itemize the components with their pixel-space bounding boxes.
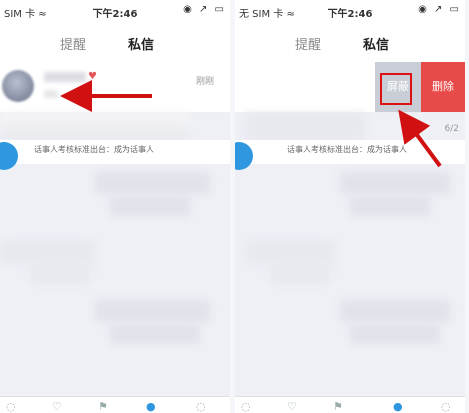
list-item-text: 话事人考核标准出台：成为话事人 (287, 145, 407, 154)
nav-messages-icon[interactable]: ● (146, 400, 156, 413)
blurred-region (0, 112, 190, 140)
right-phone-screen: 无 SIM 卡 ≈ 下午2:46 ◉ ↗ ▭ 提醒 私信 屏蔽 删除 6/2 话… (235, 0, 465, 413)
bottom-nav: ◌ ♡ ⚑ ● ◌ (235, 396, 465, 413)
bottom-nav: ◌ ♡ ⚑ ● ◌ (0, 396, 230, 413)
blurred-block (30, 264, 90, 284)
tab-bar: 提醒 私信 (235, 22, 465, 63)
blurred-block (95, 300, 210, 322)
blurred-block (245, 112, 365, 142)
left-phone-screen: SIM 卡 ≈ 下午2:46 ◉ ↗ ▭ 提醒 私信 ♥ 刚刚 话事人考核标准出… (0, 0, 230, 413)
tab-reminder[interactable]: 提醒 (295, 34, 321, 53)
nav-profile-icon[interactable]: ◌ (196, 400, 206, 413)
nav-messages-icon[interactable]: ● (393, 400, 403, 413)
status-icons: ◉ ↗ ▭ (183, 4, 226, 15)
screenshot: SIM 卡 ≈ 下午2:46 ◉ ↗ ▭ 提醒 私信 ♥ 刚刚 话事人考核标准出… (0, 0, 469, 413)
blurred-block (340, 300, 450, 322)
blurred-block (0, 240, 95, 264)
status-bar: 无 SIM 卡 ≈ 下午2:46 ◉ ↗ ▭ (235, 0, 465, 22)
tab-reminder[interactable]: 提醒 (60, 34, 86, 53)
nav-heart-icon[interactable]: ♡ (287, 400, 297, 413)
heart-icon: ♥ (88, 71, 97, 82)
delete-button[interactable]: 删除 (421, 62, 465, 112)
blurred-username (44, 72, 86, 82)
tab-messages[interactable]: 私信 (363, 34, 389, 53)
blurred-preview (44, 90, 58, 98)
blurred-block (340, 172, 450, 194)
blurred-block (270, 264, 330, 284)
blurred-block (95, 172, 210, 194)
blurred-block (245, 240, 335, 264)
circle-avatar-icon (0, 142, 18, 170)
blurred-block (110, 196, 190, 216)
nav-home-icon[interactable]: ◌ (241, 400, 251, 413)
list-item-text: 话事人考核标准出台：成为话事人 (34, 145, 154, 154)
tab-bar: 提醒 私信 (0, 22, 230, 63)
blurred-block (110, 324, 200, 344)
tab-messages[interactable]: 私信 (128, 34, 154, 53)
list-item[interactable]: 话事人考核标准出台：成为话事人 (235, 140, 465, 170)
swiped-message-row[interactable]: 屏蔽 删除 (235, 62, 465, 113)
nav-flag-icon[interactable]: ⚑ (98, 400, 108, 413)
list-item[interactable]: 话事人考核标准出台：成为话事人 (0, 140, 230, 170)
avatar (2, 70, 34, 102)
blurred-block (350, 196, 430, 216)
nav-heart-icon[interactable]: ♡ (52, 400, 62, 413)
nav-profile-icon[interactable]: ◌ (441, 400, 451, 413)
status-icons: ◉ ↗ ▭ (418, 4, 461, 15)
page-indicator: 6/2 (444, 124, 459, 134)
message-time: 刚刚 (195, 77, 214, 87)
circle-avatar-icon (235, 142, 253, 170)
status-bar: SIM 卡 ≈ 下午2:46 ◉ ↗ ▭ (0, 0, 230, 22)
message-row[interactable]: ♥ 刚刚 (0, 62, 230, 113)
highlight-box (380, 73, 412, 105)
blurred-block (350, 324, 440, 344)
nav-home-icon[interactable]: ◌ (6, 400, 16, 413)
swiped-row-content (235, 66, 369, 112)
nav-flag-icon[interactable]: ⚑ (333, 400, 343, 413)
